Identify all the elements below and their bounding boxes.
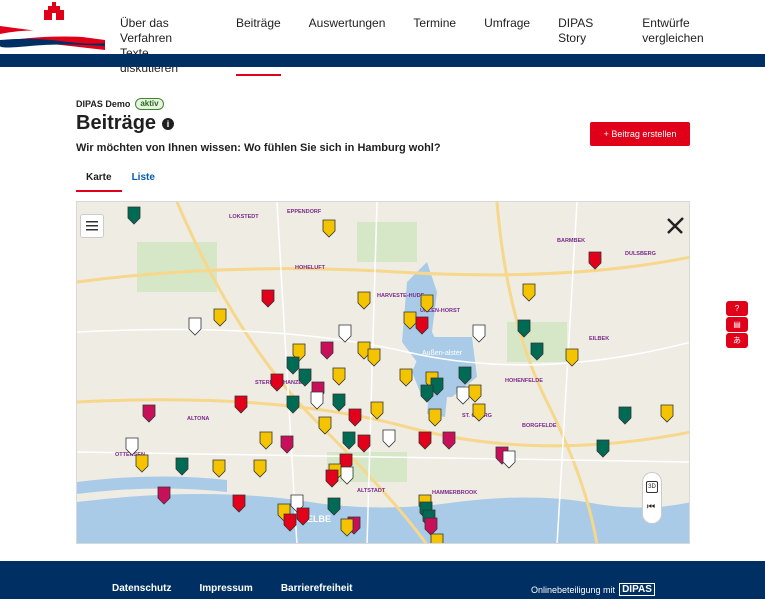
- main-content: DIPAS Demo aktiv Beiträge i Wir möchten …: [76, 98, 690, 192]
- map-label: HOHENFELDE: [505, 378, 543, 384]
- nav-item-label: Auswertungen: [308, 16, 386, 30]
- nav-item-entwuerfe[interactable]: Entwürfe vergleichen: [642, 16, 737, 76]
- side-tools: ? ▤ あ: [726, 301, 748, 349]
- map-label: EPPENDORF: [287, 209, 322, 215]
- tools-button[interactable]: [663, 214, 687, 238]
- translate-icon[interactable]: あ: [726, 333, 748, 348]
- map-label: DULSBERG: [625, 251, 656, 257]
- nav-item-beitraege[interactable]: Beiträge: [235, 16, 281, 76]
- footer-link-impressum[interactable]: Impressum: [199, 583, 252, 594]
- hamburger-icon: [86, 221, 98, 231]
- page-title-text: Beiträge: [76, 112, 157, 134]
- nav-item-auswertungen[interactable]: Auswertungen: [309, 16, 386, 76]
- main-nav: Über das Verfahren Texte diskutieren Bei…: [120, 16, 765, 76]
- nav-item-label: Termine: [413, 16, 457, 30]
- info-icon[interactable]: i: [162, 117, 175, 130]
- map-label: ALTONA: [187, 416, 209, 422]
- header-bar: [0, 54, 765, 67]
- menu-button[interactable]: [80, 214, 104, 238]
- map-label: EILBEK: [589, 336, 609, 342]
- footer-powered-by: Onlinebeteiligung mit DIPAS: [531, 583, 655, 596]
- nav-item-umfrage[interactable]: Umfrage: [484, 16, 530, 76]
- contribution-marker[interactable]: [430, 533, 444, 544]
- map-label: HARVESTE-HUDE: [377, 293, 425, 299]
- project-line: DIPAS Demo aktiv: [76, 98, 690, 110]
- page-title: Beiträge i: [76, 112, 175, 135]
- create-contribution-button[interactable]: + Beitrag erstellen: [590, 122, 690, 146]
- nav-item-label: Entwürfe vergleichen: [642, 16, 704, 45]
- tools-icon: [667, 217, 684, 234]
- map-label: HOHELUFT: [295, 265, 326, 271]
- dipas-logo[interactable]: DIPAS: [619, 583, 655, 596]
- map-view[interactable]: EPPENDORF LOKSTEDT HOHELUFT HARVESTE-HUD…: [76, 201, 690, 544]
- nav-item-label: DIPAS Story: [558, 16, 594, 45]
- nav-item-label: Über das Verfahren: [120, 16, 173, 45]
- footer-link-datenschutz[interactable]: Datenschutz: [112, 583, 171, 594]
- tab-liste[interactable]: Liste: [122, 172, 165, 192]
- status-badge: aktiv: [135, 98, 164, 110]
- view-tabs: Karte Liste: [76, 172, 165, 192]
- nav-item-dipas-story[interactable]: DIPAS Story: [558, 16, 614, 76]
- nav-item-verfahren[interactable]: Über das Verfahren Texte diskutieren: [120, 16, 208, 76]
- nav-item-termine[interactable]: Termine: [413, 16, 456, 76]
- page-subtitle: Wir möchten von Ihnen wissen: Wo fühlen …: [76, 142, 441, 154]
- powered-by-text: Onlinebeteiligung mit: [531, 584, 616, 595]
- map-label: ALTSTADT: [357, 488, 386, 494]
- lake-label: Außen-alster: [422, 350, 463, 357]
- footer-link-barrierefreiheit[interactable]: Barrierefreiheit: [281, 583, 353, 594]
- header: Über das Verfahren Texte diskutieren Bei…: [0, 0, 765, 76]
- map-canvas[interactable]: EPPENDORF LOKSTEDT HOHELUFT HARVESTE-HUD…: [77, 202, 690, 544]
- help-icon[interactable]: ?: [726, 301, 748, 316]
- hamburg-logo[interactable]: [0, 0, 105, 54]
- 3d-button[interactable]: 3D: [646, 481, 658, 493]
- map-controls: 3D ⏮: [642, 472, 662, 524]
- nav-item-label: Umfrage: [484, 16, 531, 30]
- footer: Datenschutz Impressum Barrierefreiheit O…: [0, 561, 765, 599]
- map-label: LOKSTEDT: [229, 214, 259, 220]
- project-name: DIPAS Demo: [76, 99, 131, 109]
- chat-icon[interactable]: ▤: [726, 317, 748, 332]
- river-label: ELBE: [307, 514, 331, 524]
- nav-item-label: Beiträge: [235, 16, 281, 30]
- rewind-icon[interactable]: ⏮: [647, 501, 661, 512]
- tab-karte[interactable]: Karte: [76, 172, 122, 192]
- footer-links: Datenschutz Impressum Barrierefreiheit: [112, 583, 381, 594]
- map-label: HAMMERBROOK: [432, 490, 477, 496]
- map-label: BORGFELDE: [522, 423, 557, 429]
- map-label: BARMBEK: [557, 238, 585, 244]
